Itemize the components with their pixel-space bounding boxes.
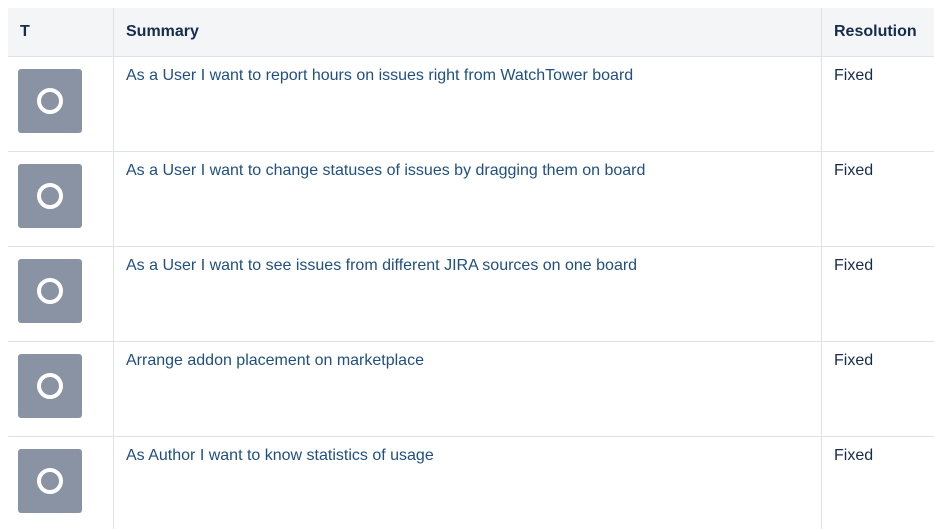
status-open-icon	[18, 69, 82, 133]
table-row: As a User I want to see issues from diff…	[8, 246, 934, 342]
resolution-cell: Fixed	[821, 246, 934, 342]
resolution-value: Fixed	[834, 352, 874, 369]
resolution-value: Fixed	[834, 162, 874, 179]
summary-cell: As a User I want to see issues from diff…	[113, 246, 822, 342]
summary-cell: As a User I want to report hours on issu…	[113, 56, 822, 152]
table-row: As Author I want to know statistics of u…	[8, 436, 934, 529]
issue-summary-link[interactable]: As a User I want to report hours on issu…	[126, 65, 786, 87]
type-cell	[8, 56, 114, 152]
table-row: As a User I want to report hours on issu…	[8, 56, 934, 152]
resolution-cell: Fixed	[821, 341, 934, 437]
column-header-summary[interactable]: Summary	[113, 8, 822, 57]
resolution-cell: Fixed	[821, 56, 934, 152]
status-open-icon	[18, 164, 82, 228]
table-row: As a User I want to change statuses of i…	[8, 151, 934, 247]
table-row: Arrange addon placement on marketplace F…	[8, 341, 934, 437]
resolution-cell: Fixed	[821, 151, 934, 247]
issues-table: T Summary Resolution As a User I want to…	[8, 8, 934, 529]
issue-summary-link[interactable]: As a User I want to change statuses of i…	[126, 160, 786, 182]
issue-summary-link[interactable]: As Author I want to know statistics of u…	[126, 445, 786, 467]
table-header-row: T Summary Resolution	[8, 8, 934, 57]
status-open-icon	[18, 259, 82, 323]
type-cell	[8, 151, 114, 247]
resolution-cell: Fixed	[821, 436, 934, 529]
issue-summary-link[interactable]: As a User I want to see issues from diff…	[126, 255, 786, 277]
type-cell	[8, 246, 114, 342]
type-cell	[8, 341, 114, 437]
summary-cell: As a User I want to change statuses of i…	[113, 151, 822, 247]
issue-summary-link[interactable]: Arrange addon placement on marketplace	[126, 350, 786, 372]
resolution-value: Fixed	[834, 447, 874, 464]
resolution-value: Fixed	[834, 257, 874, 274]
status-open-icon	[18, 354, 82, 418]
status-open-icon	[18, 449, 82, 513]
summary-cell: Arrange addon placement on marketplace	[113, 341, 822, 437]
column-header-type[interactable]: T	[8, 8, 114, 57]
summary-cell: As Author I want to know statistics of u…	[113, 436, 822, 529]
column-header-resolution[interactable]: Resolution	[821, 8, 934, 57]
resolution-value: Fixed	[834, 67, 874, 84]
type-cell	[8, 436, 114, 529]
